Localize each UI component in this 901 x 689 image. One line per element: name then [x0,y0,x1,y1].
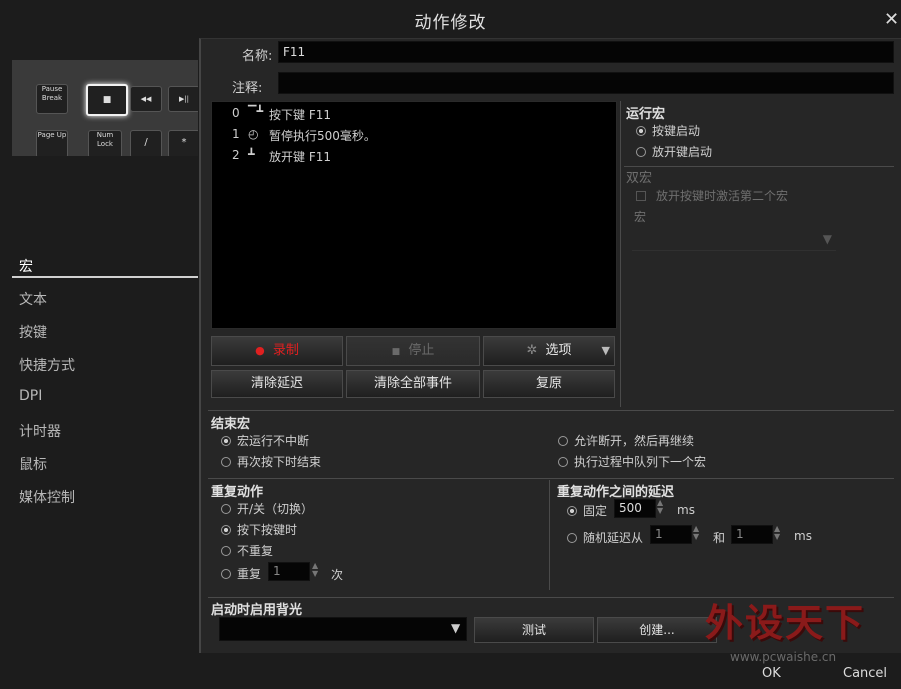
window-title: 动作修改 [414,13,487,33]
chevron-down-icon: ▼ [822,232,832,246]
repeat-title: 重复动作 [211,485,264,500]
backlight-title: 启动时启用背光 [211,603,303,618]
key-down-icon: ▔┻ [248,105,264,118]
note-field[interactable] [278,72,894,94]
divider [624,166,894,167]
fixed-delay-unit: ms [677,503,695,517]
key-num-lock: Num Lock [88,130,122,156]
radio-end-on-press-again[interactable]: 再次按下时结束 [221,453,321,470]
event-list[interactable]: 0 ▔┻ 按下键 F11 1 ◴ 暂停执行500毫秒。 2 ┻ 放开键 F11 [211,101,617,329]
name-field[interactable]: F11 [278,41,894,63]
restore-button[interactable]: 复原 [483,370,615,398]
record-dot-icon: ● [255,344,265,357]
nav-active-underline [12,276,198,278]
random-to-input[interactable]: 1 [731,525,773,544]
gear-icon: ✲ [526,343,538,358]
watermark-logo: 外设天下 www.pcwaishe.cn [705,590,895,670]
nav-item-shortcut[interactable]: 快捷方式 [19,355,75,375]
note-label: 注释: [232,81,263,96]
fixed-delay-input[interactable]: 500 [614,499,656,518]
run-macro-title: 运行宏 [626,107,666,122]
close-icon[interactable]: ✕ [884,9,899,30]
repeat-count-stepper[interactable]: ▲ ▼ [312,562,326,578]
ok-button[interactable]: OK [762,666,781,681]
radio-key-press-start[interactable]: 按键启动 [636,122,700,139]
create-button[interactable]: 创建... [597,617,717,643]
radio-run-uninterrupted[interactable]: 宏运行不中断 [221,432,309,449]
dual-macro-select[interactable]: ▼ [632,230,836,251]
and-label: 和 [713,531,726,545]
radio-random-delay[interactable]: 随机延迟从 [567,529,643,546]
radio-allow-interrupt[interactable]: 允许断开，然后再继续 [558,432,694,449]
keyboard-top-strip [12,40,198,60]
nav-item-macro[interactable]: 宏 [19,256,33,276]
key-stop-highlighted[interactable]: ■ [86,84,128,116]
random-to-stepper[interactable]: ▲ ▼ [774,525,788,541]
key-play-pause: ▶|| [168,86,198,112]
dual-macro-checkbox[interactable]: 放开按键时激活第二个宏 [636,187,788,204]
stop-button[interactable]: ■ 停止 [346,336,480,366]
radio-toggle[interactable]: 开/关（切换） [221,500,313,517]
nav-item-mouse[interactable]: 鼠标 [19,454,47,474]
record-button[interactable]: ● 录制 [211,336,343,366]
key-slash: / [130,130,162,156]
clear-all-events-button[interactable]: 清除全部事件 [346,370,480,398]
nav-item-timer[interactable]: 计时器 [19,421,61,441]
radio-fixed-delay[interactable]: 固定 [567,502,607,519]
nav-item-key[interactable]: 按键 [19,322,47,342]
name-label: 名称: [242,49,273,64]
radio-queue-next[interactable]: 执行过程中队列下一个宏 [558,453,706,470]
end-macro-title: 结束宏 [211,417,251,432]
random-from-stepper[interactable]: ▲ ▼ [693,525,707,541]
dual-macro-label: 宏 [634,210,647,224]
radio-while-pressed[interactable]: 按下按键时 [221,521,297,538]
radio-key-release-start[interactable]: 放开键启动 [636,143,712,160]
options-button[interactable]: ✲ 选项 ▼ [483,336,615,366]
cancel-button[interactable]: Cancel [843,666,887,681]
random-delay-unit: ms [794,529,812,543]
key-page-up: Page Up [36,130,68,156]
watermark-url: www.pcwaishe.cn [730,650,837,664]
clock-icon: ◴ [248,127,259,141]
key-prev: ◀◀ [130,86,162,112]
key-up-icon: ┻ [248,148,255,161]
radio-no-repeat[interactable]: 不重复 [221,542,273,559]
repeat-count-unit: 次 [331,568,344,582]
chevron-down-icon: ▼ [601,344,610,357]
watermark-text: 外设天下 [705,601,866,645]
random-from-input[interactable]: 1 [650,525,692,544]
chevron-down-icon[interactable]: ▼ [451,621,460,635]
divider [208,478,894,479]
key-pause-break: Pause Break [36,84,68,114]
radio-repeat-count[interactable]: 重复 [221,565,261,582]
nav-item-text[interactable]: 文本 [19,289,47,309]
clear-delays-button[interactable]: 清除延迟 [211,370,343,398]
key-asterisk: * [168,130,198,156]
divider [208,410,894,411]
nav-item-media[interactable]: 媒体控制 [19,487,75,507]
fixed-delay-stepper[interactable]: ▲ ▼ [657,499,671,515]
divider [549,480,550,590]
backlight-select[interactable] [219,617,467,641]
dual-macro-title: 双宏 [626,171,653,186]
test-button[interactable]: 测试 [474,617,594,643]
stop-square-icon: ■ [391,347,401,357]
divider [620,101,621,407]
keyboard-preview: Pause Break ■ ◀◀ ▶|| Page Up Num Lock / … [12,40,198,156]
nav-item-dpi[interactable]: DPI [19,388,42,404]
repeat-count-input[interactable]: 1 [268,562,310,581]
